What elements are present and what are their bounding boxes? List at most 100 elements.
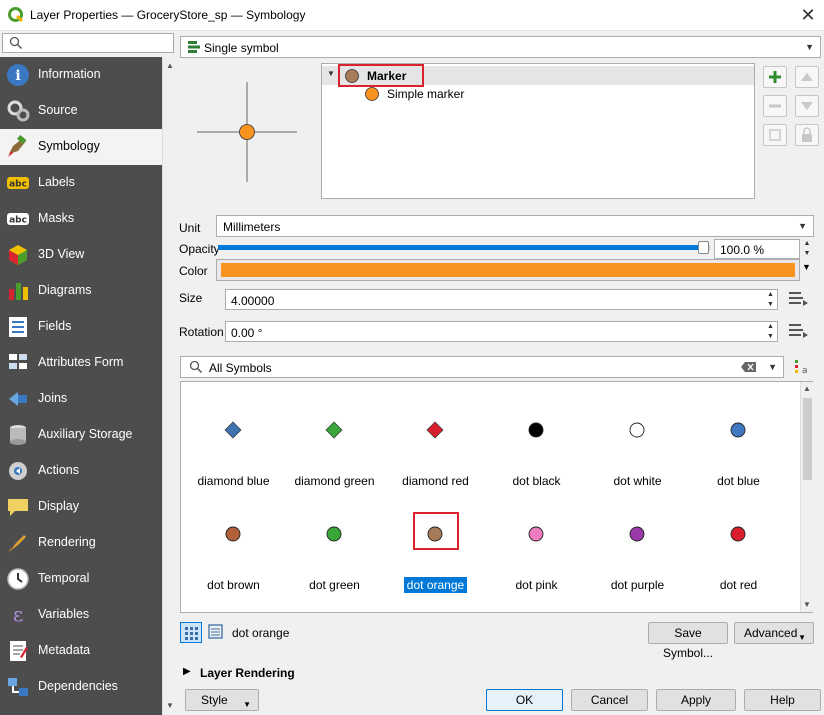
add-symbol-layer-button[interactable] [763,66,787,88]
diagrams-icon [9,283,28,300]
marker-highlight-box [338,64,424,87]
symbol-item-dot-black[interactable]: dot black [486,390,587,494]
symbol-item-dot-blue[interactable]: dot blue [688,390,789,494]
rotation-data-defined-icon[interactable] [786,322,810,342]
symbology-brush-icon [8,135,27,157]
sidebar-item-label: Source [38,103,78,117]
sidebar-item-information[interactable]: i Information [0,57,162,93]
sidebar-item-symbology[interactable]: Symbology [0,129,162,165]
color-button[interactable] [216,259,800,281]
icon-view-button[interactable] [180,622,202,643]
move-up-button[interactable] [795,66,819,88]
clear-filter-icon[interactable] [741,361,757,373]
symbol-name: dot orange [385,577,486,593]
chevron-down-icon: ▼ [805,42,814,52]
chevron-down-icon: ▼ [798,221,807,231]
symbol-item-diamond-green[interactable]: diamond green [284,390,385,494]
dot-marker-icon [528,422,544,438]
sidebar-item-dependencies[interactable]: Dependencies [0,669,162,705]
rotation-spinbox[interactable]: 0.00 ° [225,321,765,342]
dot-marker-icon [730,526,746,542]
symbol-item-diamond-blue[interactable]: diamond blue [183,390,284,494]
lock-icon [802,127,812,142]
sidebar-item-temporal[interactable]: Temporal [0,561,162,597]
symbol-library-grid: diamond blue diamond green diamond red dot … [180,381,813,613]
dot-marker-icon [427,526,443,542]
sidebar-item-labels[interactable]: abc Labels [0,165,162,201]
sidebar-item-fields[interactable]: Fields [0,309,162,345]
apply-button[interactable]: Apply [656,689,736,711]
sidebar-scrollbar[interactable]: ▲ ▼ [162,57,176,715]
metadata-icon [10,641,28,661]
renderer-combo[interactable]: Single symbol ▼ [180,36,821,58]
help-button[interactable]: Help [744,689,821,711]
scroll-thumb[interactable] [803,398,812,480]
lock-layer-button[interactable] [795,124,819,146]
sidebar-item-masks[interactable]: abc Masks [0,201,162,237]
diamond-marker-icon [426,421,444,439]
color-dropdown-icon[interactable]: ▼ [802,262,811,272]
cancel-button[interactable]: Cancel [571,689,648,711]
move-down-button[interactable] [795,95,819,117]
list-view-button[interactable] [205,622,227,643]
layer-rendering-header[interactable]: Layer Rendering [200,666,295,680]
sidebar-item-diagrams[interactable]: Diagrams [0,273,162,309]
sidebar-item-auxiliary-storage[interactable]: Auxiliary Storage [0,417,162,453]
scroll-down-icon[interactable]: ▼ [803,600,811,609]
sidebar-item-rendering[interactable]: Rendering [0,525,162,561]
size-spinbox[interactable]: 4.00000 [225,289,765,310]
symbol-item-dot-green[interactable]: dot green [284,494,385,598]
ok-button[interactable]: OK [486,689,563,711]
rotation-value: 0.00 ° [231,326,263,340]
sidebar-item-label: Auxiliary Storage [38,427,133,441]
sidebar-item-3d-view[interactable]: 3D View [0,237,162,273]
sidebar-nav: i Information Source Symbology abc Labels abc M… [0,57,162,715]
opacity-spin-arrows[interactable]: ▲ ▼ [800,239,814,259]
size-data-defined-icon[interactable] [786,290,810,310]
sidebar-item-label: Masks [38,211,75,225]
symbol-item-dot-pink[interactable]: dot pink [486,494,587,598]
sidebar-search-input[interactable] [2,33,174,53]
sidebar-item-metadata[interactable]: Metadata [0,633,162,669]
sidebar-item-joins[interactable]: Joins [0,381,162,417]
symbol-grid-scrollbar[interactable]: ▲ ▼ [800,382,813,612]
svg-text:abc: abc [9,180,27,190]
style-button[interactable]: Style ▼ [185,689,259,711]
sidebar-item-attributes-form[interactable]: Attributes Form [0,345,162,381]
qgis-logo-icon [8,7,24,23]
symbol-item-diamond-red[interactable]: diamond red [385,390,486,494]
arrow-up-icon [801,73,813,81]
labels-abc-icon: abc [7,177,29,190]
sidebar-item-source[interactable]: Source [0,93,162,129]
symbol-item-dot-white[interactable]: dot white [587,390,688,494]
sidebar-item-variables[interactable]: ε Variables [0,597,162,633]
symbol-item-dot-red[interactable]: dot red [688,494,789,598]
sidebar-item-actions[interactable]: Actions [0,453,162,489]
unit-combo[interactable]: Millimeters ▼ [216,215,814,237]
save-symbol-button[interactable]: Save Symbol... [648,622,728,660]
rotation-spin-arrows[interactable]: ▲ ▼ [764,321,778,342]
symbol-item-dot-orange[interactable]: dot orange [385,494,486,598]
sidebar-item-display[interactable]: Display [0,489,162,525]
scroll-up-icon[interactable]: ▲ [803,384,811,393]
variables-epsilon-icon: ε [13,603,23,626]
opacity-spinbox[interactable]: 100.0 % [714,239,800,259]
tree-row-simple-marker[interactable]: Simple marker [322,85,754,103]
opacity-slider[interactable] [218,241,710,254]
close-button[interactable]: ✕ [796,4,820,26]
fields-icon [9,317,27,337]
collapse-arrow-icon[interactable]: ▶ [183,666,191,677]
symbol-item-dot-purple[interactable]: dot purple [587,494,688,598]
symbol-filter-combo[interactable]: All Symbols ▼ [180,356,784,378]
advanced-button[interactable]: Advanced ▼ [734,622,814,644]
style-manager-icon[interactable]: a [792,358,812,376]
size-spin-arrows[interactable]: ▲ ▼ [764,289,778,310]
remove-symbol-layer-button[interactable] [763,95,787,117]
selected-symbol-name: dot orange [232,626,290,640]
duplicate-layer-button[interactable] [763,124,787,146]
symbol-item-dot-brown[interactable]: dot brown [183,494,284,598]
expand-arrow-icon[interactable]: ▼ [327,69,335,78]
opacity-slider-handle[interactable] [698,241,709,254]
sidebar-item-label: Variables [38,607,90,621]
symbol-name: dot black [512,474,561,488]
